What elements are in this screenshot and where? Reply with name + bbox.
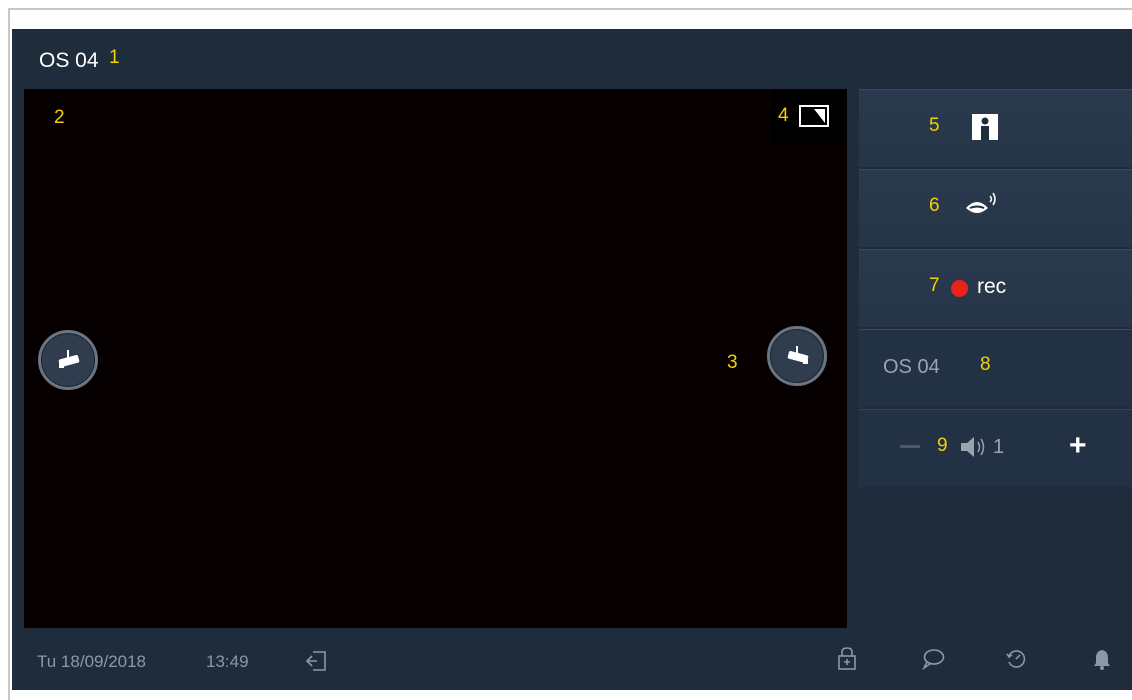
volume-value: 1 (993, 436, 1005, 458)
record-dot-icon (951, 280, 968, 297)
volume-minus-button[interactable] (900, 445, 920, 448)
exit-icon[interactable] (305, 649, 327, 673)
station-label: OS 04 (883, 356, 940, 378)
camera-icon (58, 350, 80, 368)
speaker-icon (961, 437, 985, 457)
callout-6: 6 (929, 195, 940, 216)
fullscreen-icon (799, 105, 829, 127)
bell-icon[interactable] (1092, 647, 1112, 671)
callout-7: 7 (929, 275, 940, 296)
station-title: OS 04 (39, 49, 99, 72)
previous-camera-button[interactable] (38, 330, 98, 390)
callout-2: 2 (54, 107, 65, 128)
callout-5: 5 (929, 115, 940, 136)
door-icon (972, 114, 998, 140)
fullscreen-button[interactable]: 4 (772, 89, 847, 144)
next-camera-button[interactable] (767, 326, 827, 386)
volume-control: 9 1 + (859, 409, 1132, 487)
lock-icon[interactable] (837, 646, 857, 672)
status-date: Tu 18/09/2018 (37, 652, 147, 671)
callout-8: 8 (980, 354, 991, 375)
record-label: rec (977, 275, 1007, 298)
camera-icon (787, 346, 809, 364)
video-area: 2 4 3 (24, 89, 847, 628)
record-button[interactable]: 7 rec (859, 249, 1132, 327)
callout-3: 3 (727, 352, 738, 373)
history-icon[interactable] (1005, 648, 1027, 670)
chat-icon[interactable] (921, 648, 945, 670)
callout-4: 4 (778, 105, 789, 126)
station-name-field: OS 04 8 (859, 329, 1132, 407)
talk-button[interactable]: 6 (859, 169, 1132, 247)
title-bar: OS 04 1 (12, 29, 1132, 85)
door-button[interactable]: 5 (859, 89, 1132, 167)
status-bar: Tu 18/09/2018 13:49 (12, 629, 1132, 690)
callout-9: 9 (937, 435, 948, 456)
volume-plus-button[interactable]: + (1069, 431, 1087, 461)
talk-icon (966, 192, 996, 213)
status-time: 13:49 (206, 652, 249, 671)
callout-1: 1 (109, 47, 120, 68)
intercom-screen: OS 04 1 2 4 3 5 6 7 rec OS 04 8 9 1 + Tu… (12, 29, 1132, 690)
